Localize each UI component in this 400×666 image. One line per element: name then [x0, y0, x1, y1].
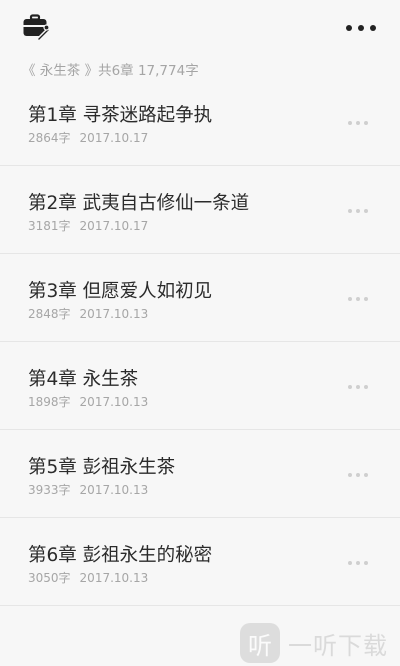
chapter-title: 第6章 彭祖永生的秘密 [28, 545, 213, 566]
chapter-title: 第3章 但愿爱人如初见 [28, 281, 213, 302]
chapter-row[interactable]: 第2章 武夷自古修仙一条道 3181字 2017.10.17 [0, 166, 400, 254]
chapter-row[interactable]: 第3章 但愿爱人如初见 2848字 2017.10.13 [0, 254, 400, 342]
more-dots-icon[interactable] [348, 296, 368, 302]
chapter-meta: 1898字 2017.10.13 [28, 393, 148, 410]
toolbox-icon[interactable] [22, 14, 52, 43]
chapter-word-count: 3933字 [28, 483, 71, 497]
chapter-title: 第1章 寻茶迷路起争执 [28, 105, 213, 126]
more-dots-icon[interactable] [348, 560, 368, 566]
chapter-meta: 2848字 2017.10.13 [28, 305, 148, 322]
watermark-logo: 听 [240, 623, 280, 663]
chapter-word-count: 3181字 [28, 219, 71, 233]
chapter-word-count: 2864字 [28, 131, 71, 145]
chapter-meta: 3933字 2017.10.13 [28, 481, 148, 498]
chapter-row[interactable]: 第6章 彭祖永生的秘密 3050字 2017.10.13 [0, 518, 400, 606]
chapter-word-count: 2848字 [28, 307, 71, 321]
chapter-date: 2017.10.17 [79, 219, 149, 233]
chapter-date: 2017.10.13 [79, 483, 149, 497]
more-dots-icon[interactable] [348, 384, 368, 390]
chapter-word-count: 1898字 [28, 395, 71, 409]
chapter-date: 2017.10.17 [79, 131, 149, 145]
chapter-title: 第2章 武夷自古修仙一条道 [28, 193, 250, 214]
chapter-date: 2017.10.13 [79, 571, 149, 585]
chapter-title: 第5章 彭祖永生茶 [28, 457, 176, 478]
chapter-date: 2017.10.13 [79, 307, 149, 321]
chapter-meta: 2864字 2017.10.17 [28, 129, 148, 146]
chapter-meta: 3181字 2017.10.17 [28, 217, 148, 234]
chapter-row[interactable]: 第4章 永生茶 1898字 2017.10.13 [0, 342, 400, 430]
more-dots-icon[interactable] [348, 120, 368, 126]
chapter-row[interactable]: 第5章 彭祖永生茶 3933字 2017.10.13 [0, 430, 400, 518]
chapter-word-count: 3050字 [28, 571, 71, 585]
chapter-meta: 3050字 2017.10.13 [28, 569, 148, 586]
watermark: 听 一听下载 [240, 620, 400, 666]
chapter-title: 第4章 永生茶 [28, 369, 139, 390]
chapter-row[interactable]: 第1章 寻茶迷路起争执 2864字 2017.10.17 [0, 78, 400, 166]
more-dots-icon[interactable] [346, 20, 376, 36]
more-dots-icon[interactable] [348, 472, 368, 478]
chapter-date: 2017.10.13 [79, 395, 149, 409]
more-dots-icon[interactable] [348, 208, 368, 214]
book-summary: 《 永生茶 》共6章 17,774字 [22, 63, 199, 79]
watermark-text: 一听下载 [288, 631, 388, 660]
top-bar [0, 0, 400, 56]
chapter-list: 第1章 寻茶迷路起争执 2864字 2017.10.17 第2章 武夷自古修仙一条… [0, 78, 400, 606]
